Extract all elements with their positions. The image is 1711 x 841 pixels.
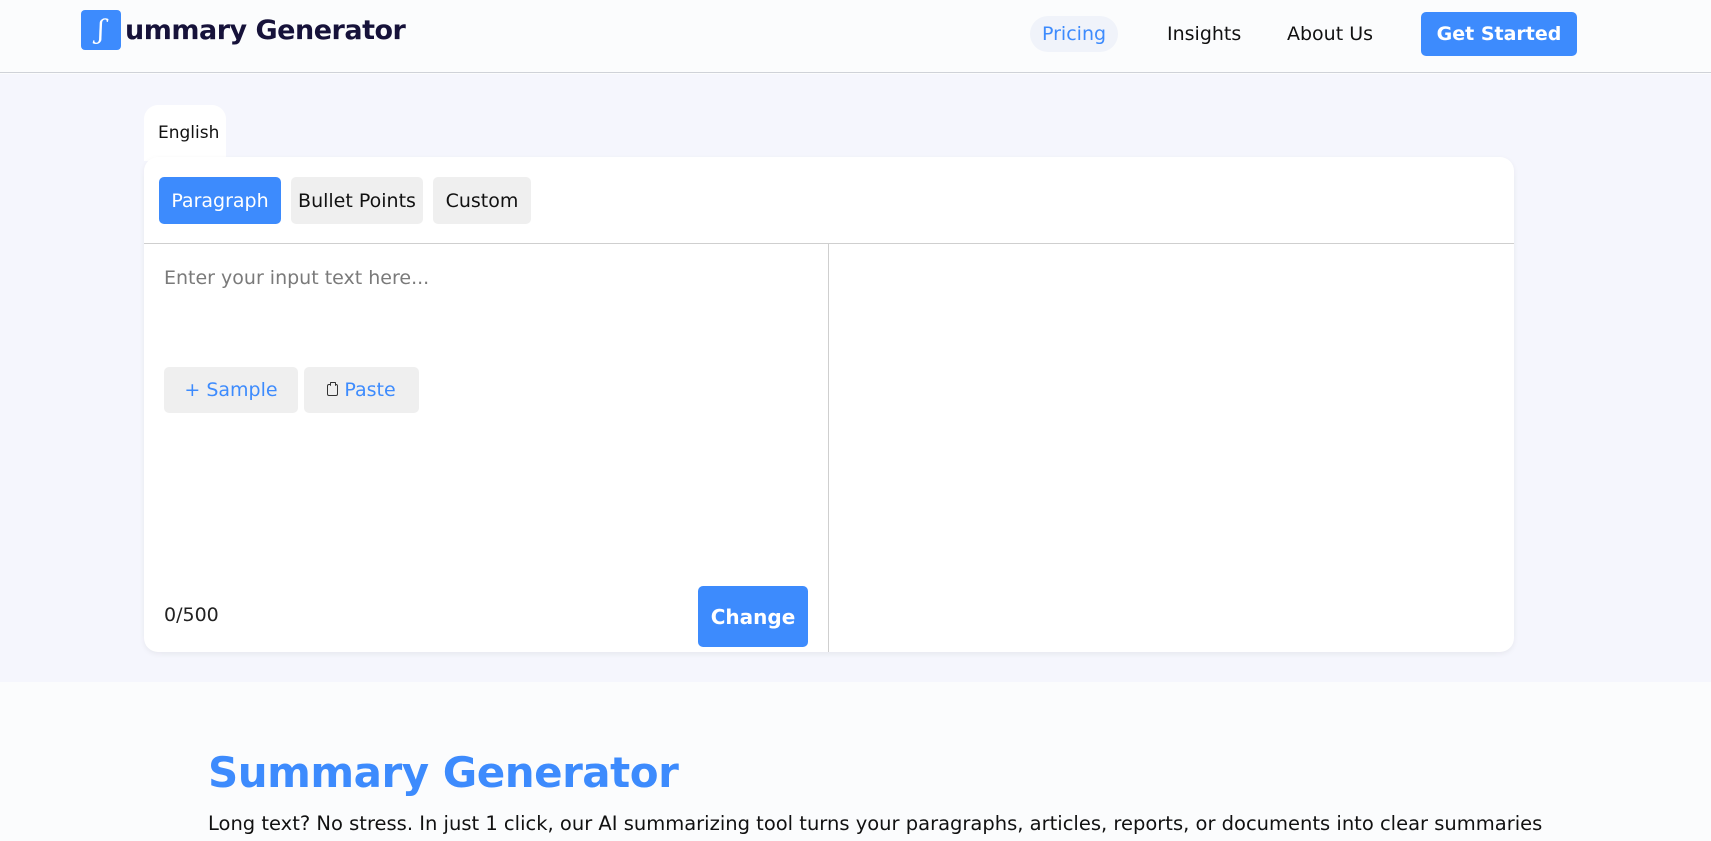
- site-header: ʃ ummary Generator Pricing Insights Abou…: [0, 0, 1711, 73]
- logo[interactable]: ʃ ummary Generator: [81, 10, 406, 50]
- get-started-button[interactable]: Get Started: [1421, 12, 1577, 56]
- paste-button[interactable]: Paste: [304, 367, 419, 413]
- input-text-area[interactable]: [164, 267, 804, 327]
- nav-insights[interactable]: Insights: [1167, 16, 1241, 52]
- language-tab-english[interactable]: English: [144, 105, 226, 161]
- nav-pricing[interactable]: Pricing: [1030, 16, 1119, 52]
- page-description: Long text? No stress. In just 1 click, o…: [208, 812, 1543, 835]
- summarizer-card: Paragraph Bullet Points Custom + Sample …: [144, 157, 1514, 652]
- nav-about-us[interactable]: About Us: [1287, 16, 1373, 52]
- logo-text: ummary Generator: [125, 14, 406, 46]
- output-panel: [829, 244, 1514, 652]
- mode-bullet-points-button[interactable]: Bullet Points: [291, 177, 423, 224]
- change-button[interactable]: Change: [698, 586, 808, 647]
- logo-icon: ʃ: [81, 10, 121, 50]
- paste-button-label: Paste: [344, 379, 396, 401]
- clipboard-icon: [327, 382, 339, 396]
- mode-custom-button[interactable]: Custom: [433, 177, 531, 224]
- character-counter: 0/500: [164, 604, 219, 626]
- page-title: Summary Generator: [208, 748, 679, 797]
- mode-paragraph-button[interactable]: Paragraph: [159, 177, 281, 224]
- sample-button[interactable]: + Sample: [164, 367, 298, 413]
